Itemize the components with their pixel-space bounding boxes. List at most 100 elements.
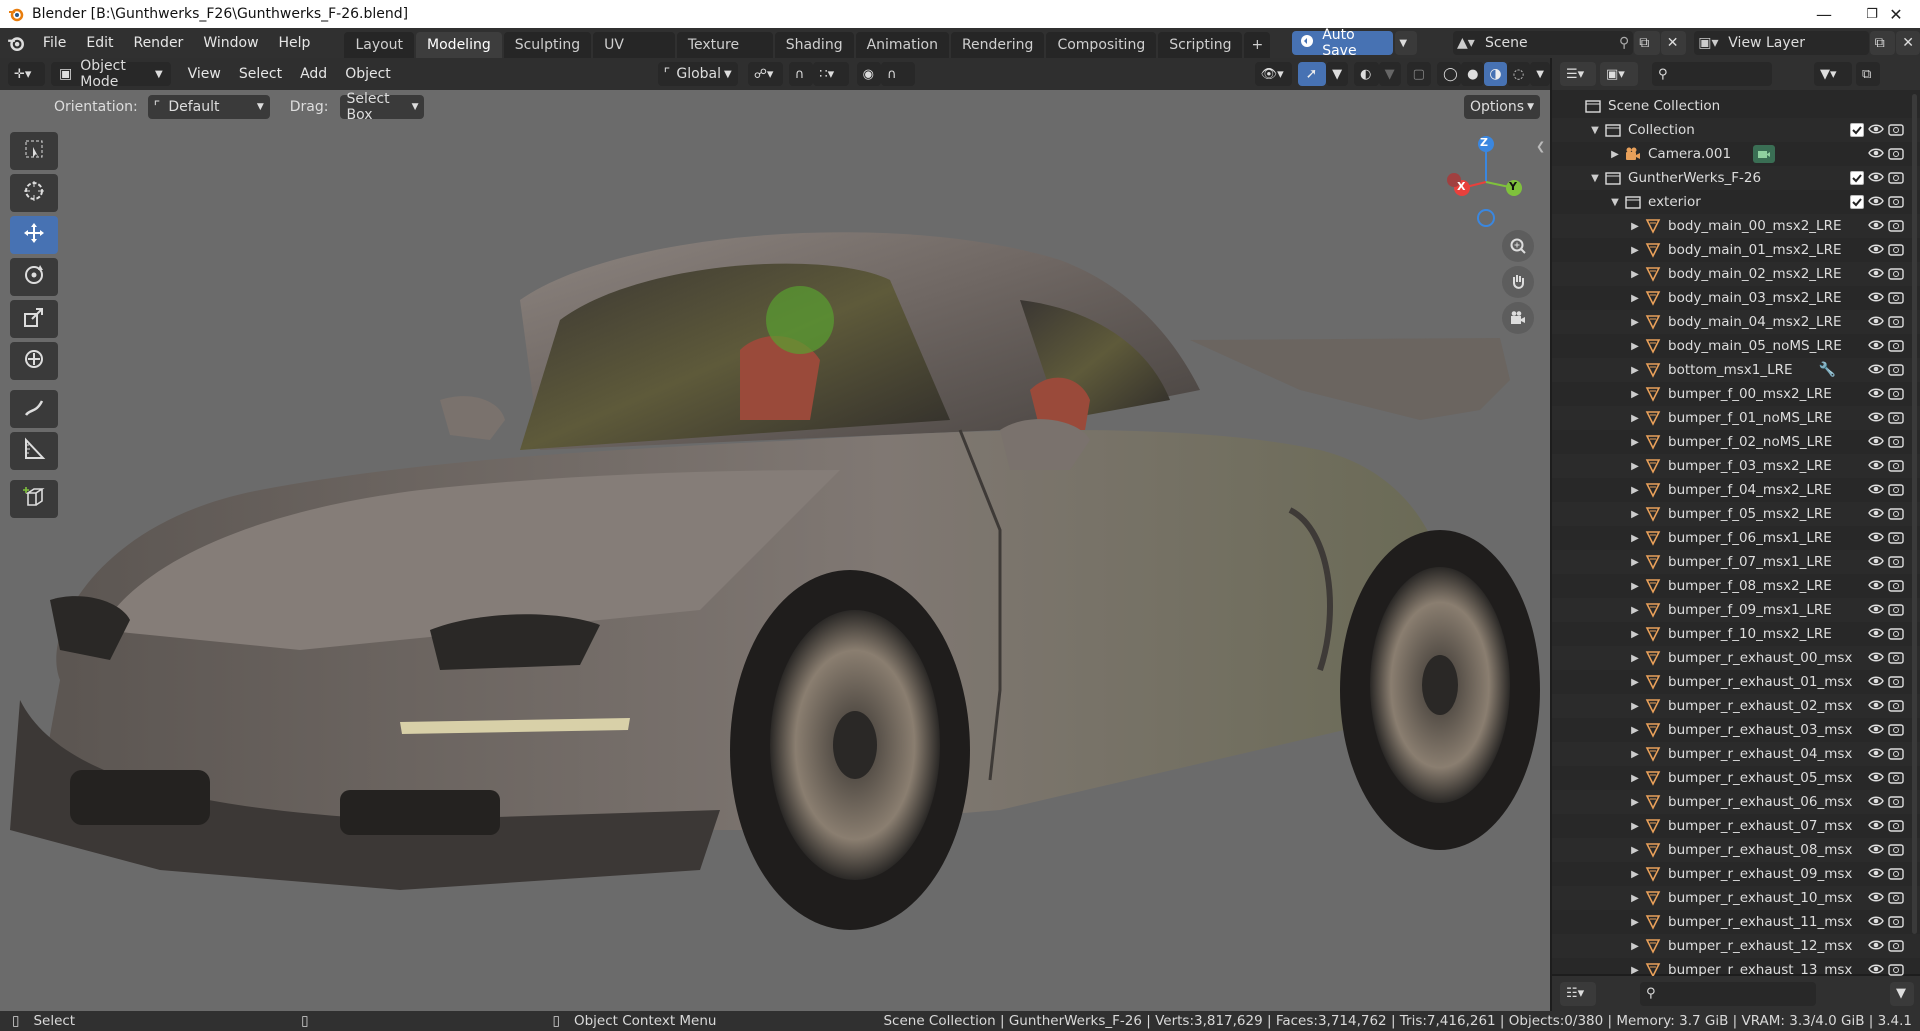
outliner-row[interactable]: ▶ bumper_r_exhaust_03_msx (1552, 718, 1920, 742)
expand-arrow-icon[interactable]: ▶ (1628, 557, 1642, 568)
tab-scripting[interactable]: Scripting (1158, 32, 1243, 58)
render-camera-icon[interactable] (1888, 169, 1904, 189)
zoom-icon[interactable] (1502, 230, 1534, 262)
eye-icon[interactable] (1868, 793, 1884, 813)
annotate-tool[interactable] (10, 390, 58, 428)
expand-arrow-icon[interactable]: ▶ (1628, 221, 1642, 232)
delete-scene-icon[interactable]: ✕ (1660, 31, 1687, 55)
outliner-row[interactable]: ▶ bumper_f_00_msx2_LRE (1552, 382, 1920, 406)
mode-selector[interactable]: ▣ Object Mode ▼ (51, 58, 171, 90)
tab-modeling[interactable]: Modeling (416, 32, 502, 58)
expand-arrow-icon[interactable]: ▶ (1628, 941, 1642, 952)
eye-icon[interactable] (1868, 145, 1884, 165)
render-camera-icon[interactable] (1888, 673, 1904, 693)
options-button[interactable]: Options ▼ (1464, 95, 1540, 119)
properties-editor-icon[interactable]: ☷▾ (1560, 981, 1596, 1006)
xray-icon[interactable]: ▢ (1406, 62, 1432, 86)
render-camera-icon[interactable] (1888, 241, 1904, 261)
expand-arrow-icon[interactable]: ▼ (1608, 197, 1622, 208)
outliner-row[interactable]: ▶ body_main_02_msx2_LRE (1552, 262, 1920, 286)
viewport-menu-view[interactable]: View (179, 62, 230, 86)
outliner-item-collection[interactable]: ▼ Collection (1552, 118, 1920, 142)
eye-icon[interactable] (1868, 193, 1884, 213)
outliner-row[interactable]: ▶ bumper_f_05_msx2_LRE (1552, 502, 1920, 526)
outliner-row[interactable]: ▶ bumper_r_exhaust_08_msx (1552, 838, 1920, 862)
outliner-row[interactable]: ▶ bumper_f_08_msx2_LRE (1552, 574, 1920, 598)
eye-icon[interactable] (1868, 673, 1884, 693)
camera-view-icon[interactable] (1502, 302, 1534, 334)
pin-icon[interactable]: ⚲ (1619, 35, 1629, 51)
expand-arrow-icon[interactable]: ▼ (1588, 173, 1602, 184)
chevron-down-icon[interactable]: ▼ (1378, 62, 1401, 86)
gizmo-toggle-icon[interactable]: ➚ (1297, 62, 1327, 86)
tab-compositing[interactable]: Compositing (1046, 32, 1157, 58)
expand-arrow-icon[interactable]: ▶ (1628, 917, 1642, 928)
editor-type-icon[interactable]: ☰▾ (1560, 62, 1596, 86)
outliner-row[interactable]: ▶ bumper_f_06_msx1_LRE (1552, 526, 1920, 550)
outliner-row[interactable]: ▶ bumper_r_exhaust_07_msx (1552, 814, 1920, 838)
editor-type-icon[interactable]: ✛▾ (8, 62, 46, 86)
expand-arrow-icon[interactable]: ▶ (1628, 869, 1642, 880)
eye-icon[interactable] (1868, 457, 1884, 477)
outliner-row[interactable]: ▶ bumper_f_07_msx1_LRE (1552, 550, 1920, 574)
outliner-row[interactable]: ▶ body_main_04_msx2_LRE (1552, 310, 1920, 334)
eye-icon[interactable] (1868, 841, 1884, 861)
eye-icon[interactable] (1868, 625, 1884, 645)
outliner-item-scene-collection[interactable]: Scene Collection (1552, 94, 1920, 118)
expand-arrow-icon[interactable]: ▶ (1628, 269, 1642, 280)
measure-tool[interactable] (10, 432, 58, 470)
pivot-point-icon[interactable]: ☍▾ (747, 62, 783, 86)
rotate-tool[interactable] (10, 258, 58, 296)
render-camera-icon[interactable] (1888, 793, 1904, 813)
sidebar-toggle-icon[interactable]: ❮ (1536, 140, 1545, 153)
orientation-selector[interactable]: ⌜ Default ▼ (147, 95, 270, 119)
eye-icon[interactable] (1868, 289, 1884, 309)
outliner-row[interactable]: ▶ bumper_r_exhaust_05_msx (1552, 766, 1920, 790)
new-view-layer-icon[interactable]: ⧉ (1869, 31, 1896, 55)
render-camera-icon[interactable] (1888, 649, 1904, 669)
eye-icon[interactable] (1868, 121, 1884, 141)
expand-arrow-icon[interactable]: ▶ (1628, 437, 1642, 448)
3d-viewport[interactable]: Orientation: ⌜ Default ▼ Drag: Select Bo… (0, 90, 1550, 1011)
expand-arrow-icon[interactable]: ▶ (1628, 533, 1642, 544)
render-camera-icon[interactable] (1888, 337, 1904, 357)
outliner-scrollbar[interactable] (1912, 94, 1917, 934)
eye-icon[interactable] (1868, 937, 1884, 957)
add-cube-tool[interactable] (10, 480, 58, 518)
render-camera-icon[interactable] (1888, 409, 1904, 429)
render-camera-icon[interactable] (1888, 817, 1904, 837)
close-icon[interactable]: ✕ (1872, 0, 1920, 28)
overlays-icon[interactable]: ◐ (1354, 62, 1379, 86)
tab-sculpting[interactable]: Sculpting (503, 32, 592, 58)
render-camera-icon[interactable] (1888, 481, 1904, 501)
eye-icon[interactable] (1868, 217, 1884, 237)
new-scene-icon[interactable]: ⧉ (1634, 31, 1660, 55)
rendered-shading-icon[interactable]: ◌ (1506, 62, 1531, 86)
outliner-row[interactable]: ▶ body_main_00_msx2_LRE (1552, 214, 1920, 238)
render-camera-icon[interactable] (1888, 193, 1904, 213)
outliner-row[interactable]: ▶ bumper_r_exhaust_02_msx (1552, 694, 1920, 718)
expand-arrow-icon[interactable]: ▶ (1628, 245, 1642, 256)
proportional-editing-icon[interactable]: ◉ (856, 62, 882, 86)
tab-uv-editing[interactable]: UV Editing (593, 32, 675, 79)
minimize-icon[interactable]: — (1800, 0, 1848, 28)
expand-arrow-icon[interactable]: ▶ (1628, 341, 1642, 352)
render-camera-icon[interactable] (1888, 265, 1904, 285)
render-camera-icon[interactable] (1888, 529, 1904, 549)
eye-icon[interactable] (1868, 337, 1884, 357)
eye-icon[interactable] (1868, 409, 1884, 429)
drag-selector[interactable]: Select Box ▼ (340, 91, 425, 123)
eye-icon[interactable] (1868, 313, 1884, 333)
eye-icon[interactable] (1868, 889, 1884, 909)
select-box-tool[interactable] (10, 132, 58, 170)
expand-arrow-icon[interactable]: ▶ (1628, 749, 1642, 760)
outliner-row[interactable]: ▶ bottom_msx1_LRE 🔧 (1552, 358, 1920, 382)
move-tool[interactable] (10, 216, 58, 254)
solid-shading-icon[interactable]: ● (1461, 62, 1485, 86)
eye-icon[interactable] (1868, 481, 1884, 501)
expand-arrow-icon[interactable]: ▶ (1628, 893, 1642, 904)
expand-arrow-icon[interactable]: ▶ (1628, 965, 1642, 976)
menu-window[interactable]: Window (193, 31, 268, 55)
expand-arrow-icon[interactable]: ▶ (1628, 365, 1642, 376)
outliner-row[interactable]: ▶ bumper_r_exhaust_10_msx (1552, 886, 1920, 910)
